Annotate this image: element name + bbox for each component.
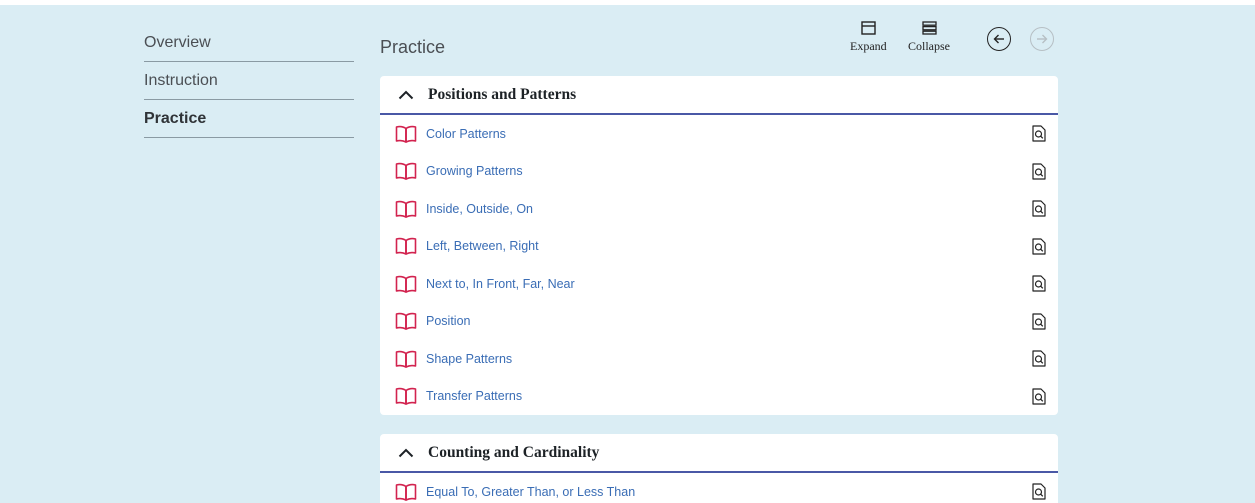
preview-icon — [1032, 200, 1046, 217]
book-icon — [395, 238, 417, 256]
lesson-link[interactable]: Transfer Patterns — [426, 389, 522, 403]
preview-icon — [1032, 483, 1046, 500]
lesson-link[interactable]: Growing Patterns — [426, 164, 523, 178]
preview-button[interactable] — [1032, 200, 1046, 222]
list-item: Growing Patterns — [380, 153, 1058, 191]
preview-button[interactable] — [1032, 387, 1046, 410]
expand-icon — [861, 21, 876, 35]
book-icon — [395, 388, 417, 406]
preview-button[interactable] — [1032, 312, 1046, 335]
section-title: Counting and Cardinality — [428, 443, 600, 461]
preview-button[interactable] — [1032, 275, 1046, 297]
back-button[interactable] — [987, 27, 1011, 51]
arrow-right-icon — [1037, 34, 1048, 44]
sidebar-item-practice[interactable]: Practice — [144, 100, 354, 138]
lesson-link[interactable]: Inside, Outside, On — [426, 202, 533, 216]
section-card-counting-and-cardinality: Counting and Cardinality Equal To, Great… — [380, 434, 1058, 503]
lesson-link[interactable]: Next to, In Front, Far, Near — [426, 277, 575, 291]
section-header[interactable]: Counting and Cardinality — [380, 434, 1058, 473]
preview-button[interactable] — [1032, 350, 1046, 372]
collapse-label: Collapse — [908, 39, 950, 53]
preview-button[interactable] — [1032, 237, 1046, 260]
list-item: Next to, In Front, Far, Near — [380, 265, 1058, 303]
list-item: Equal To, Greater Than, or Less Than — [380, 473, 1058, 503]
section-card-positions-and-patterns: Positions and Patterns Color Patterns Gr… — [380, 76, 1058, 415]
lesson-link[interactable]: Equal To, Greater Than, or Less Than — [426, 485, 635, 499]
book-icon — [395, 163, 417, 181]
preview-icon — [1032, 312, 1046, 330]
book-icon — [395, 125, 417, 143]
preview-icon — [1032, 125, 1046, 142]
list-item: Position — [380, 303, 1058, 341]
sidebar-item-overview[interactable]: Overview — [144, 24, 354, 62]
list-item: Shape Patterns — [380, 340, 1058, 378]
expand-button[interactable]: Expand — [850, 21, 887, 54]
book-icon — [395, 350, 417, 368]
forward-button[interactable] — [1030, 27, 1054, 51]
lesson-link[interactable]: Left, Between, Right — [426, 239, 539, 253]
list-item: Left, Between, Right — [380, 228, 1058, 266]
preview-icon — [1032, 387, 1046, 405]
section-title: Positions and Patterns — [428, 85, 577, 103]
book-icon — [395, 313, 417, 331]
expand-label: Expand — [850, 39, 887, 53]
book-icon — [395, 275, 417, 293]
book-icon — [395, 200, 417, 218]
chevron-up-icon — [398, 448, 414, 457]
section-header[interactable]: Positions and Patterns — [380, 76, 1058, 115]
list-item: Inside, Outside, On — [380, 190, 1058, 228]
lesson-link[interactable]: Position — [426, 314, 470, 328]
collapse-icon — [921, 21, 937, 35]
preview-icon — [1032, 237, 1046, 255]
lesson-link[interactable]: Color Patterns — [426, 127, 506, 141]
chevron-up-icon — [398, 90, 414, 99]
page-title: Practice — [380, 37, 446, 57]
preview-button[interactable] — [1032, 483, 1046, 503]
book-icon — [395, 483, 417, 501]
preview-icon — [1032, 162, 1046, 180]
sidebar-item-instruction[interactable]: Instruction — [144, 62, 354, 100]
section-items: Equal To, Greater Than, or Less Than — [380, 473, 1058, 503]
section-items: Color Patterns Growing Patterns Inside, … — [380, 115, 1058, 415]
arrow-left-icon — [993, 34, 1004, 44]
sidebar-nav: Overview Instruction Practice — [144, 24, 354, 138]
list-item: Transfer Patterns — [380, 378, 1058, 416]
preview-button[interactable] — [1032, 162, 1046, 185]
lesson-link[interactable]: Shape Patterns — [426, 352, 512, 366]
list-item: Color Patterns — [380, 115, 1058, 153]
preview-icon — [1032, 275, 1046, 292]
collapse-button[interactable]: Collapse — [908, 21, 950, 54]
preview-button[interactable] — [1032, 125, 1046, 147]
preview-icon — [1032, 350, 1046, 367]
